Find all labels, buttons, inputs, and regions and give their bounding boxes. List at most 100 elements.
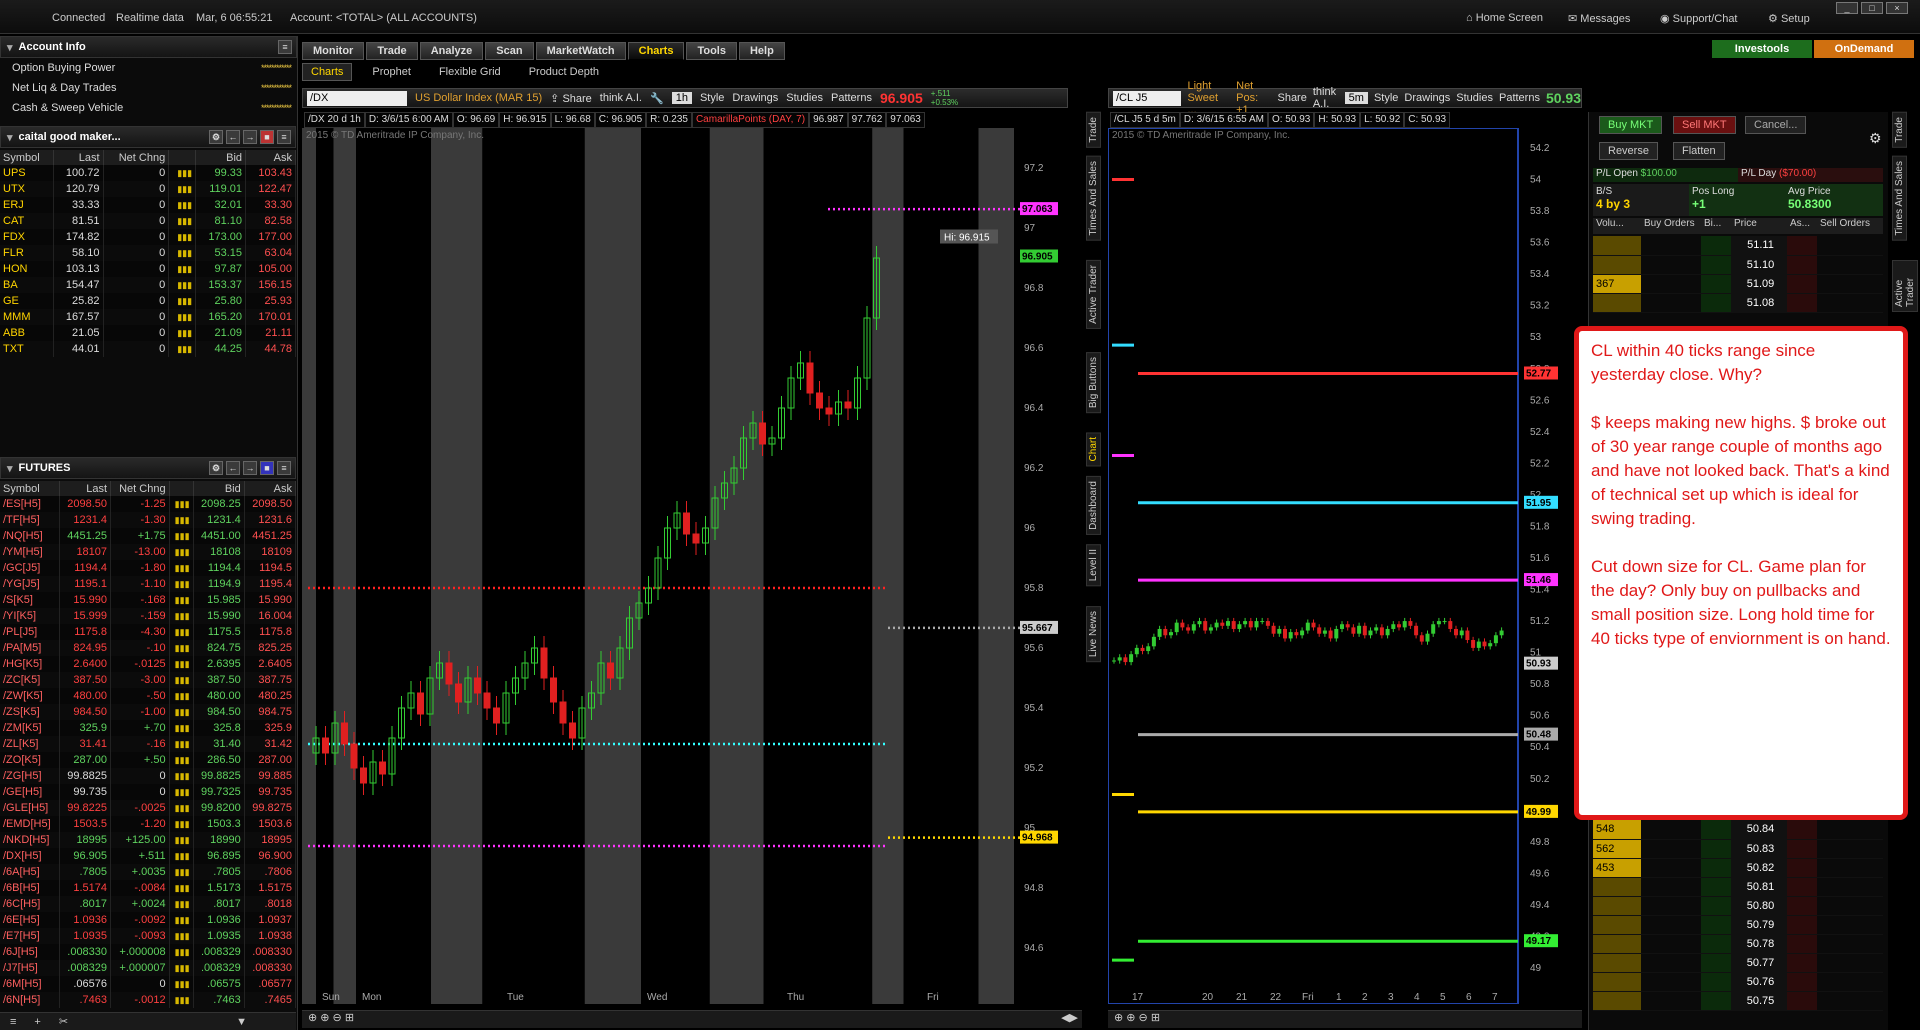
investools-button[interactable]: Investools [1712,40,1812,58]
account-info-row[interactable]: Cash & Sweep Vehicle ************ [0,98,297,118]
vtab-chart[interactable]: Chart [1086,432,1101,467]
ladder-ask-cell[interactable] [1787,820,1817,840]
symbol-cell[interactable]: FDX [0,229,54,245]
symbol-cell[interactable]: /ZC[K5] [0,672,60,688]
symbol-cell[interactable]: /ZL[K5] [0,736,60,752]
symbol-cell[interactable]: /6C[H5] [0,896,60,912]
table-row[interactable]: /YG[J5] 1195.1 -1.10 ▮▮▮ 1194.9 1195.4 [0,576,297,592]
ladder-sell-cell[interactable] [1817,274,1883,294]
expand-icon[interactable]: ▾ [7,131,13,144]
expand-icon[interactable]: ▾ [7,462,13,475]
gear-icon[interactable]: ⚙ [209,130,223,144]
symbol-cell[interactable]: /YM[H5] [0,544,60,560]
chart1-drawings-button[interactable]: Drawings [732,92,778,104]
minimize-button[interactable]: _ [1836,2,1858,14]
arrow-left-icon[interactable]: ← [226,461,240,475]
ladder-bid-cell[interactable] [1701,858,1731,878]
flatten-button[interactable]: Flatten [1673,142,1725,160]
table-row[interactable]: GE 25.82 0 ▮▮▮ 25.80 25.93 [0,293,296,309]
table-row[interactable]: /GC[J5] 1194.4 -1.80 ▮▮▮ 1194.4 1194.5 [0,560,297,576]
table-row[interactable]: /ES[H5] 2098.50 -1.25 ▮▮▮ 2098.25 2098.50 [0,496,297,512]
ladder-row[interactable]: 50.75 [1593,991,1883,1011]
tab-help[interactable]: Help [738,42,785,60]
ladder-ask-cell[interactable] [1787,255,1817,275]
ladder-row[interactable]: 548 50.84 [1593,820,1883,840]
table-row[interactable]: /NQ[H5] 4451.25 +1.75 ▮▮▮ 4451.00 4451.25 [0,528,297,544]
ladder-bid-cell[interactable] [1701,839,1731,859]
table-row[interactable]: ERJ 33.33 0 ▮▮▮ 32.01 33.30 [0,197,296,213]
chart2-share-button[interactable]: Share [1277,92,1306,104]
ladder-ask-cell[interactable] [1787,991,1817,1011]
symbol-cell[interactable]: /6E[H5] [0,912,60,928]
symbol-cell[interactable]: TXT [0,341,54,357]
ladder-buy-cell[interactable] [1641,293,1701,313]
symbol-cell[interactable]: /E7[H5] [0,928,60,944]
chart2-drawings-button[interactable]: Drawings [1404,92,1450,104]
table-row[interactable]: /ZC[K5] 387.50 -3.00 ▮▮▮ 387.50 387.75 [0,672,297,688]
table-row[interactable]: /6N[H5] .7463 -.0012 ▮▮▮ .7463.7465 [0,992,297,1008]
column-header[interactable]: Last [53,150,104,165]
symbol-cell[interactable]: /ZM[K5] [0,720,60,736]
symbol-cell[interactable]: CAT [0,213,54,229]
ladder-row[interactable]: 50.79 [1593,915,1883,935]
subtab-flexible-grid[interactable]: Flexible Grid [431,64,509,80]
ladder-row[interactable]: 367 51.09 [1593,274,1883,294]
chart2-canvas[interactable]: 54.25453.853.653.453.25352.852.652.452.2… [1108,128,1582,1004]
ladder-buy-cell[interactable] [1641,991,1701,1011]
ladder-bid-cell[interactable] [1701,896,1731,916]
ladder-bid-cell[interactable] [1701,915,1731,935]
ladder-ask-cell[interactable] [1787,972,1817,992]
symbol-cell[interactable]: /PL[J5] [0,624,60,640]
color-icon[interactable]: ■ [260,130,274,144]
tab-marketwatch[interactable]: MarketWatch [535,42,626,60]
ladder-bid-cell[interactable] [1701,972,1731,992]
zoom-controls-icon[interactable]: ⊕ ⊕ ⊖ ⊞ [308,1012,354,1024]
ladder-ask-cell[interactable] [1787,839,1817,859]
vtab-dashboard[interactable]: Dashboard [1086,476,1101,535]
chart1-patterns-button[interactable]: Patterns [831,92,872,104]
column-header[interactable]: Ask [245,150,296,165]
table-row[interactable]: FDX 174.82 0 ▮▮▮ 173.00 177.00 [0,229,296,245]
tab-analyze[interactable]: Analyze [419,42,484,60]
scroll-down-icon[interactable]: ▼ [236,1016,247,1028]
ladder-row[interactable]: 50.80 [1593,896,1883,916]
ladder-row[interactable]: 50.77 [1593,953,1883,973]
ladder-row[interactable]: 51.10 [1593,255,1883,275]
ladder-ask-cell[interactable] [1787,934,1817,954]
arrow-right-icon[interactable]: → [243,130,257,144]
buy-mkt-button[interactable]: Buy MKT [1599,116,1663,134]
messages-button[interactable]: ✉ Messages [1568,12,1630,25]
table-row[interactable]: /6A[H5] .7805 +.0035 ▮▮▮ .7805.7806 [0,864,297,880]
chart1-thinkai-button[interactable]: think A.I. [600,92,642,104]
ladder-row[interactable]: 562 50.83 [1593,839,1883,859]
menu-icon[interactable]: ≡ [278,40,292,54]
chart1-canvas[interactable]: 97.2 97 96.8 96.6 96.4 96.2 96 95.8 95.6 95.4 95.2… [302,128,1068,1004]
tab-trade[interactable]: Trade [366,42,418,60]
chart1-wrench-icon[interactable]: 🔧 [650,92,664,105]
reverse-button[interactable]: Reverse [1599,142,1658,160]
subtab-prophet[interactable]: Prophet [364,64,419,80]
table-row[interactable]: /S[K5] 15.990 -.168 ▮▮▮ 15.985 15.990 [0,592,297,608]
table-row[interactable]: TXT 44.01 0 ▮▮▮ 44.25 44.78 [0,341,296,357]
symbol-cell[interactable]: ERJ [0,197,54,213]
table-row[interactable]: /6J[H5] .008330 +.000008 ▮▮▮ .008329.008330 [0,944,297,960]
symbol-cell[interactable]: /YI[K5] [0,608,60,624]
ladder-sell-cell[interactable] [1817,255,1883,275]
symbol-cell[interactable]: /J7[H5] [0,960,60,976]
chart2-symbol-input[interactable]: /CL J5 [1113,90,1182,106]
symbol-cell[interactable]: /TF[H5] [0,512,60,528]
ladder-row[interactable]: 51.11 [1593,236,1883,256]
ladder-price-cell[interactable]: 50.80 [1731,896,1787,916]
ladder-buy-cell[interactable] [1641,236,1701,256]
account-info-row[interactable]: Option Buying Power ************ [0,58,297,78]
table-row[interactable]: /6B[H5] 1.5174 -.0084 ▮▮▮ 1.5173 1.5175 [0,880,297,896]
table-row[interactable]: /6E[H5] 1.0936 -.0092 ▮▮▮ 1.0936 1.0937 [0,912,297,928]
ladder-row[interactable]: 50.81 [1593,877,1883,897]
ladder-buy-cell[interactable] [1641,839,1701,859]
watchlist-header[interactable]: ▾ caital good maker... ⚙ ← → ■ ≡ [0,126,296,148]
ladder-row[interactable]: 50.78 [1593,934,1883,954]
chart1-studies-button[interactable]: Studies [786,92,823,104]
table-row[interactable]: /6M[H5] .06576 0 ▮▮▮ .06575.06577 [0,976,297,992]
vtab-times-and-sales[interactable]: Times And Sales [1892,156,1907,241]
ladder-price-cell[interactable]: 51.09 [1731,274,1787,294]
